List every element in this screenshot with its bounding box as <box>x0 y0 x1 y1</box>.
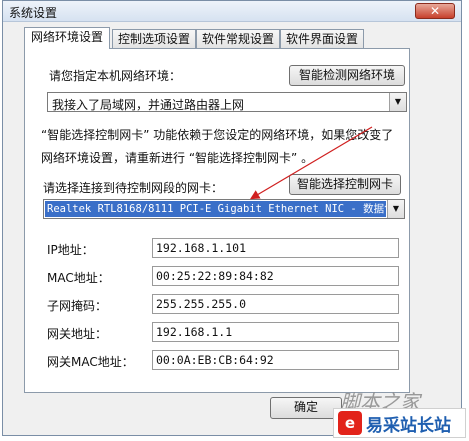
logo-text: 易采站长站 <box>366 416 451 436</box>
arrow-line <box>249 126 373 200</box>
site-logo: e 易采站长站 <box>333 408 466 438</box>
ok-button[interactable]: 确定 <box>270 397 342 419</box>
logo-icon: e <box>338 411 362 435</box>
annotation-arrow <box>249 126 373 200</box>
tab-network[interactable]: 网络环境设置 <box>24 27 110 49</box>
